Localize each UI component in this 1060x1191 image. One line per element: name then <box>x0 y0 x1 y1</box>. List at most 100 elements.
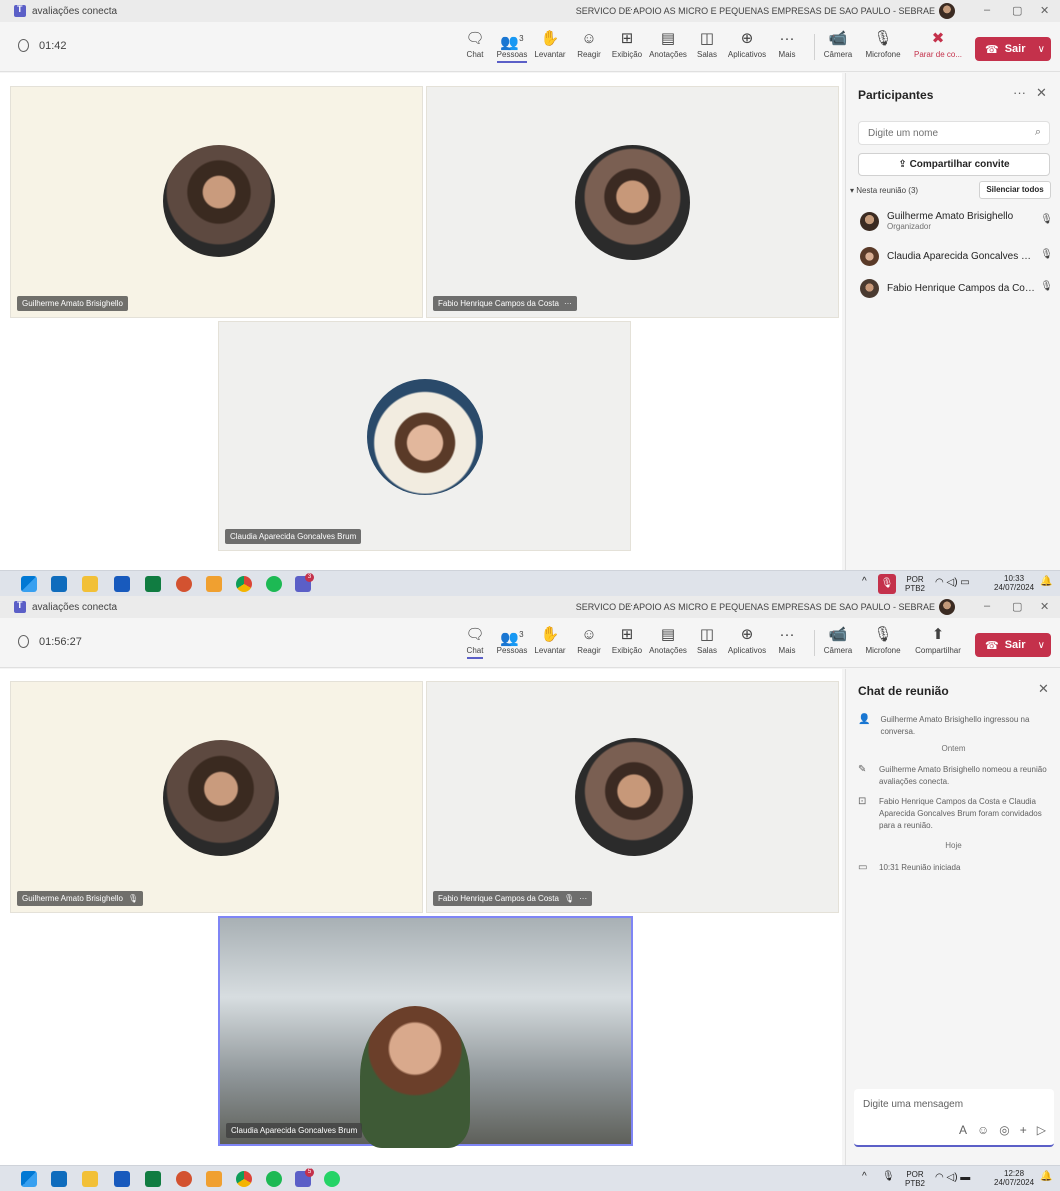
language-indicator[interactable]: POR PTB2 <box>905 575 925 593</box>
participant-row[interactable]: Claudia Aparecida Goncalves Bru... 🎙 <box>860 241 1055 271</box>
close-window-icon[interactable]: ✕ <box>1040 600 1049 613</box>
mute-all-button[interactable]: Silenciar todos <box>979 181 1051 199</box>
powerpoint-icon[interactable] <box>176 1171 192 1187</box>
plus-icon[interactable]: + <box>1020 1123 1027 1137</box>
participant-row[interactable]: Fabio Henrique Campos da Costa 🎙 <box>860 273 1055 303</box>
panel-title: Chat de reunião <box>858 684 949 698</box>
chat-event: ✎ Guilherme Amato Brisighello nomeou a r… <box>858 764 1053 788</box>
people-button[interactable]: 👥3 Pessoas <box>492 624 532 655</box>
notifications-icon[interactable]: 🔔 <box>1040 1172 1052 1182</box>
apps-button[interactable]: ⊕ Aplicativos <box>727 624 767 655</box>
chat-message-input[interactable]: Digite uma mensagem A ☺ ◎ + ▷ <box>854 1089 1054 1147</box>
react-button[interactable]: ☺ Reagir <box>569 28 609 59</box>
close-window-icon[interactable]: ✕ <box>1040 4 1049 17</box>
rooms-button[interactable]: ◫ Salas <box>687 624 727 655</box>
chrome-icon[interactable] <box>236 576 252 592</box>
account-avatar[interactable] <box>939 599 955 615</box>
minimize-icon[interactable]: – <box>984 4 990 16</box>
mic-button[interactable]: 🎙 Microfone <box>863 28 903 59</box>
apps-button[interactable]: ⊕ Aplicativos <box>727 28 767 59</box>
excel-icon[interactable] <box>145 576 161 592</box>
participant-row[interactable]: Guilherme Amato Brisighello Organizador … <box>860 206 1055 236</box>
spotify-icon[interactable] <box>266 1171 282 1187</box>
notifications-icon[interactable]: 🔔 <box>1040 577 1052 587</box>
chat-button[interactable]: 🗨 Chat <box>455 624 495 659</box>
notes-button[interactable]: ▤ Anotações <box>648 624 688 655</box>
more-icon[interactable]: ··· <box>564 299 572 308</box>
account-avatar[interactable] <box>939 3 955 19</box>
snipping-tool-icon[interactable] <box>206 1171 222 1187</box>
word-icon[interactable] <box>114 576 130 592</box>
clock-date: 24/07/2024 <box>994 1178 1035 1187</box>
participant-tile[interactable]: Fabio Henrique Campos da Costa ··· <box>426 86 839 318</box>
mic-button[interactable]: 🎙 Microfone <box>863 624 903 655</box>
participant-tile[interactable]: Guilherme Amato Brisighello 🎙 <box>10 681 423 913</box>
camera-button[interactable]: 📹 Câmera <box>818 624 858 655</box>
panel-more-icon[interactable]: ··· <box>1013 85 1026 100</box>
raise-hand-button[interactable]: ✋ Levantar <box>530 624 570 655</box>
rooms-button[interactable]: ◫ Salas <box>687 28 727 59</box>
in-meeting-section[interactable]: ▾ Nesta reunião (3) <box>850 186 918 195</box>
camera-button[interactable]: 📹 Câmera <box>818 28 858 59</box>
close-icon[interactable]: ✕ <box>1036 85 1047 101</box>
whatsapp-icon[interactable] <box>324 1171 340 1187</box>
minimize-icon[interactable]: – <box>984 600 990 612</box>
hand-icon: ✋ <box>540 30 560 47</box>
spotify-icon[interactable] <box>266 576 282 592</box>
react-button[interactable]: ☺ Reagir <box>569 624 609 655</box>
chevron-down-icon[interactable]: ∨ <box>1038 44 1045 55</box>
powerpoint-icon[interactable] <box>176 576 192 592</box>
mic-in-use-icon[interactable]: 🎙 <box>878 574 896 594</box>
camera-off-icon: 📹 <box>828 30 848 47</box>
file-explorer-icon[interactable] <box>82 1171 98 1187</box>
wifi-icon[interactable]: ◠ ◁) ▬ <box>935 1173 970 1183</box>
emoji-icon[interactable]: ☺ <box>977 1123 989 1137</box>
leave-button[interactable]: ☎ Sair ∨ <box>975 633 1051 657</box>
word-icon[interactable] <box>114 1171 130 1187</box>
leave-button[interactable]: ☎ Sair ∨ <box>975 37 1051 61</box>
chevron-up-icon[interactable]: ^ <box>862 1172 867 1182</box>
share-invite-button[interactable]: ⇪ Compartilhar convite <box>858 153 1050 176</box>
mic-off-icon: 🎙 <box>127 894 139 903</box>
windows-start-icon[interactable] <box>21 1171 37 1187</box>
chevron-up-icon[interactable]: ^ <box>862 577 867 587</box>
mic-icon[interactable]: 🎙 <box>882 1172 895 1182</box>
participant-video-tile[interactable]: Claudia Aparecida Goncalves Brum <box>218 916 633 1148</box>
sticker-icon[interactable]: ◎ <box>999 1123 1009 1137</box>
participant-search-input[interactable]: Digite um nome ⌕ <box>858 121 1050 145</box>
more-button[interactable]: ··· Mais <box>767 624 807 655</box>
more-button[interactable]: ··· Mais <box>767 28 807 59</box>
format-icon[interactable]: A <box>959 1123 967 1137</box>
outlook-icon[interactable] <box>51 1171 67 1187</box>
chat-button[interactable]: 🗨 Chat <box>455 28 495 59</box>
stop-sharing-button[interactable]: ✖ Parar de co... <box>913 28 963 59</box>
participant-tile[interactable]: Fabio Henrique Campos da Costa 🎙 ··· <box>426 681 839 913</box>
view-button[interactable]: ⊞ Exibição <box>607 28 647 59</box>
share-button[interactable]: ⬆ Compartilhar <box>913 624 963 655</box>
restore-icon[interactable]: ▢ <box>1012 600 1022 613</box>
view-button[interactable]: ⊞ Exibição <box>607 624 647 655</box>
language-indicator[interactable]: POR PTB2 <box>905 1170 925 1188</box>
clock[interactable]: 12:28 24/07/2024 <box>994 1169 1034 1187</box>
chevron-down-icon[interactable]: ∨ <box>1038 640 1045 651</box>
wifi-icon[interactable]: ◠ ◁) ▭ <box>935 578 970 588</box>
meeting-toolbar: 01:42 🗨 Chat 👥3 Pessoas ✋ Levantar ☺ Rea… <box>0 22 1060 72</box>
participant-tile[interactable]: Claudia Aparecida Goncalves Brum <box>218 321 631 551</box>
outlook-icon[interactable] <box>51 576 67 592</box>
participant-avatar <box>163 740 279 856</box>
restore-icon[interactable]: ▢ <box>1012 4 1022 17</box>
raise-hand-button[interactable]: ✋ Levantar <box>530 28 570 59</box>
notes-button[interactable]: ▤ Anotações <box>648 28 688 59</box>
file-explorer-icon[interactable] <box>82 576 98 592</box>
more-icon[interactable]: ··· <box>579 894 587 903</box>
excel-icon[interactable] <box>145 1171 161 1187</box>
participant-tile[interactable]: Guilherme Amato Brisighello <box>10 86 423 318</box>
clock[interactable]: 10:33 24/07/2024 <box>994 574 1034 592</box>
close-icon[interactable]: ✕ <box>1038 681 1049 697</box>
smile-icon: ☺ <box>581 626 597 643</box>
send-icon[interactable]: ▷ <box>1037 1123 1046 1137</box>
windows-start-icon[interactable] <box>21 576 37 592</box>
snipping-tool-icon[interactable] <box>206 576 222 592</box>
people-button[interactable]: 👥3 Pessoas <box>492 28 532 63</box>
chrome-icon[interactable] <box>236 1171 252 1187</box>
